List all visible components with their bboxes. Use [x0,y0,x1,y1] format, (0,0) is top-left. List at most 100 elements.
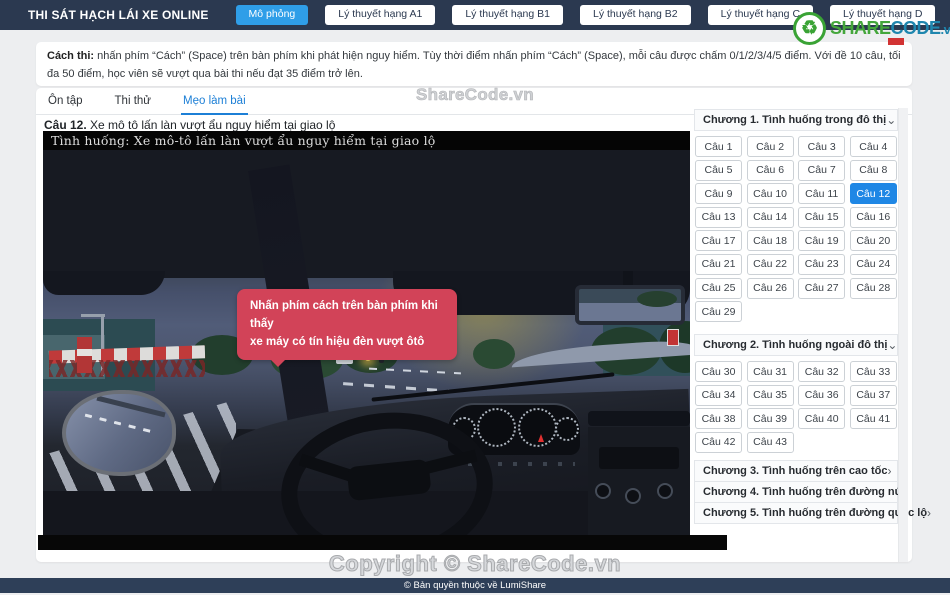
question-button[interactable]: Câu 13 [695,206,742,228]
question-button[interactable]: Câu 1 [695,136,742,157]
question-button[interactable]: Câu 31 [746,361,794,383]
question-button[interactable]: Câu 38 [695,408,742,430]
question-button[interactable]: Câu 15 [798,206,846,228]
chapter-header[interactable]: Chương 3. Tình huống trên cao tốc › [694,459,898,482]
question-button[interactable]: Câu 23 [798,253,846,275]
question-button[interactable]: Câu 18 [746,230,794,252]
gauge-needle [538,434,544,442]
question-button[interactable]: Câu 33 [849,361,897,383]
recycle-icon: ♻ [793,12,826,45]
question-button[interactable]: Câu 32 [798,361,846,383]
question-button[interactable]: Câu 8 [849,159,897,181]
question-button[interactable]: Câu 35 [746,384,794,406]
radio-panel [599,447,679,469]
chapter-header[interactable]: Chương 2. Tình huống ngoài đô thị ⌄ [694,334,898,357]
console-knob [657,483,673,499]
rearview-mirror [575,285,685,325]
chapter-title: Chương 3. Tình huống trên cao tốc [703,464,888,477]
question-button[interactable]: Câu 40 [798,408,846,430]
console-knob [625,488,641,504]
console-knob [595,483,611,499]
question-button[interactable]: Câu 28 [849,277,897,299]
chevron-down-icon: ⌄ [886,113,897,127]
question-button[interactable]: Câu 27 [798,277,846,299]
question-button[interactable]: Câu 5 [695,159,742,181]
question-button[interactable]: Câu 43 [746,431,794,453]
question-button[interactable]: Câu 25 [695,277,742,299]
sharecode-watermark-text: SHARECODE.vn [830,18,950,39]
footer-text: © Bản quyền thuộc về LumiShare [403,580,547,591]
center-console [588,427,690,535]
mirror-lane-line [84,413,154,434]
question-button[interactable]: Câu 17 [695,230,742,252]
question-button[interactable]: Câu 36 [798,384,846,406]
question-button[interactable]: Câu 9 [695,183,742,205]
question-number: Câu 12. [44,118,87,132]
chapter-header[interactable]: Chương 5. Tình huống trên đường quốc lộ › [694,501,931,524]
question-button[interactable]: Câu 42 [695,431,742,453]
sidebar-scrollbar[interactable] [898,108,908,562]
watermark-share: SHARE [830,18,891,38]
instructions-text: nhấn phím “Cách” (Space) trên bàn phím k… [47,50,901,80]
center-watermark: ShareCode.vn [416,85,534,105]
question-button[interactable]: Câu 16 [849,206,897,228]
question-button[interactable]: Câu 6 [746,159,794,181]
gauge [555,417,579,441]
question-grid: Câu 30 Câu 31 Câu 32 Câu 33 Câu 34 Câu 35 Câu … [695,361,898,453]
hint-line-1: Nhấn phím cách trên bàn phím khi thấy [250,300,438,330]
question-button[interactable]: Câu 37 [849,384,897,406]
hint-tooltip: Nhấn phím cách trên bàn phím khi thấy xe… [237,289,457,368]
chevron-down-icon: ⌄ [887,338,898,353]
mirror-tree-reflection [637,291,677,307]
chapter-list: Chương 1. Tình huống trong đô thị ⌄ Câu 1C… [694,109,931,524]
question-button[interactable]: Câu 21 [695,253,742,275]
copyright-watermark: Copyright © ShareCode.vn [328,551,622,577]
question-button[interactable]: Câu 29 [695,301,742,323]
air-vents [588,411,690,426]
chevron-right-icon: › [927,505,932,520]
question-button[interactable]: Câu 34 [695,384,742,406]
question-button[interactable]: Câu 24 [849,253,897,275]
chapter-title: Chương 4. Tình huống trên đường núi [703,485,905,498]
chapter-header[interactable]: Chương 1. Tình huống trong đô thị ⌄ [694,109,898,131]
question-button[interactable]: Câu 10 [746,183,794,205]
chapter-title: Chương 2. Tình huống ngoài đô thị [703,339,888,352]
nav-item[interactable]: Lý thuyết hạng B1 [452,5,563,25]
question-button[interactable]: Câu 3 [798,136,846,157]
watermark-code: CODE [890,18,942,38]
side-mirror [62,390,176,476]
watermark-ribbon [888,38,904,45]
question-button[interactable]: Câu 19 [798,230,846,252]
instructions-label: Cách thi: [47,50,95,62]
watermark-vn: .vn [940,22,950,37]
question-button[interactable]: Câu 14 [746,206,794,228]
question-button[interactable]: Câu 4 [849,136,897,157]
question-button[interactable]: Câu 26 [746,277,794,299]
question-button[interactable]: Câu 30 [695,361,742,383]
nav-item[interactable]: Lý thuyết hạng B2 [579,5,691,25]
question-text: Xe mô tô lấn làn vượt ẩu nguy hiểm tại g… [86,118,336,132]
question-button[interactable]: Câu 2 [746,136,794,157]
question-button[interactable]: Câu 22 [746,253,794,275]
question-button[interactable]: Câu 7 [798,159,846,181]
nav-item[interactable]: Mô phỏng [235,5,309,25]
instructions-card: Cách thi: nhấn phím “Cách” (Space) trên … [36,42,912,86]
question-button[interactable]: Câu 20 [849,230,897,252]
simulation-video[interactable]: Tình huống: Xe mô-tô lấn làn vượt ẩu ngu… [43,131,690,535]
question-button[interactable]: Câu 41 [849,408,897,430]
gauge [477,408,516,447]
question-button[interactable]: Câu 12 [849,183,897,205]
question-title: Câu 12. Xe mô tô lấn làn vượt ẩu nguy hi… [44,118,335,132]
video-control-bar[interactable] [38,535,727,550]
chevron-right-icon: › [887,463,892,478]
question-button[interactable]: Câu 11 [798,183,846,205]
chapter-title: Chương 1. Tình huống trong đô thị [703,114,887,126]
footer-bar: © Bản quyền thuộc về LumiShare [0,578,950,593]
nav-item[interactable]: Lý thuyết hạng A1 [325,5,436,25]
sharecode-watermark-logo: ♻ SHARECODE.vn [793,12,950,45]
hint-line-2: xe máy có tín hiệu đèn vượt ôtô [250,335,425,348]
chapter-title: Chương 5. Tình huống trên đường quốc lộ [703,506,928,519]
question-button[interactable]: Câu 39 [746,408,794,430]
brand-title: THI SÁT HẠCH LÁI XE ONLINE [28,8,209,22]
chapter-header[interactable]: Chương 4. Tình huống trên đường núi› [694,480,908,503]
